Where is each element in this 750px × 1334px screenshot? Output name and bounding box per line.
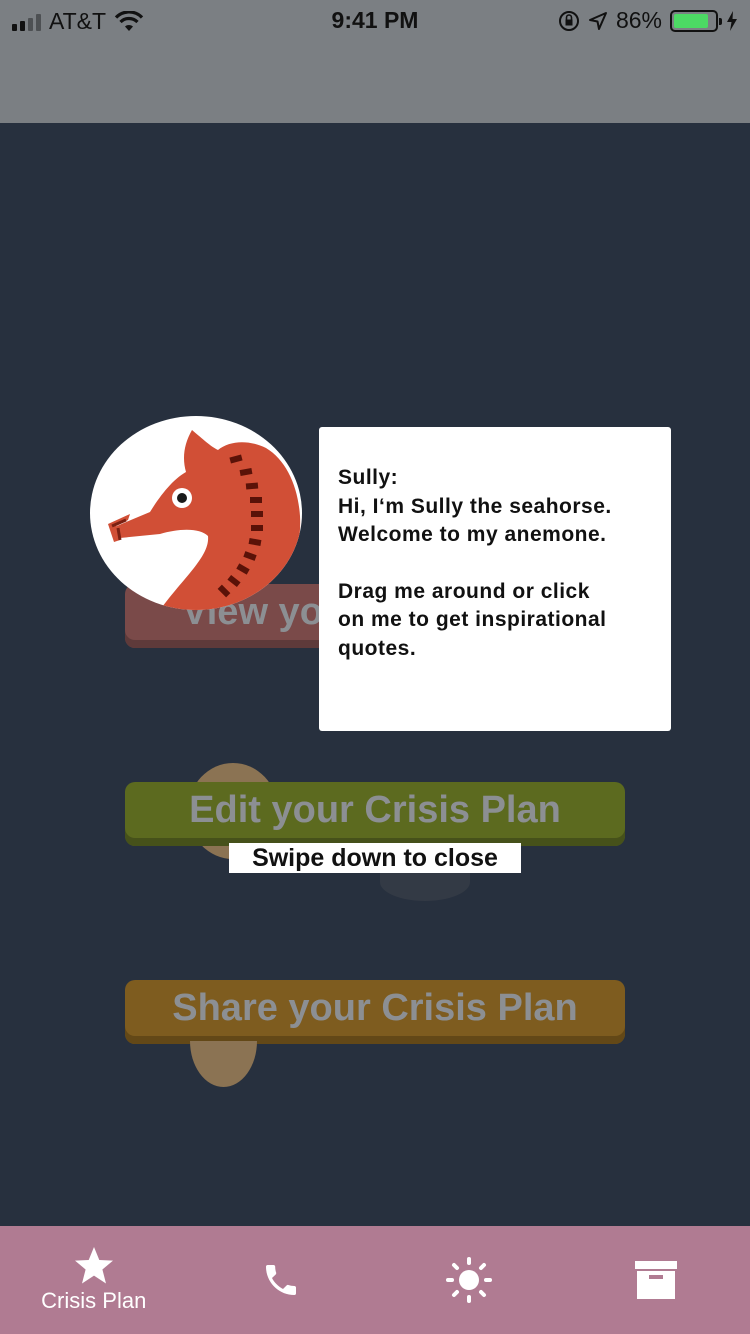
tab-label: Crisis Plan xyxy=(41,1288,147,1313)
top-bar: AT&T 9:41 PM 86% xyxy=(0,0,750,123)
star-icon xyxy=(74,1247,113,1284)
tab-bar: Crisis Plan xyxy=(0,1226,750,1334)
orientation-lock-icon xyxy=(558,10,579,31)
sun-icon xyxy=(445,1257,492,1303)
share-crisis-plan-button[interactable]: Share your Crisis Plan xyxy=(125,980,625,1044)
swipe-hint: Swipe down to close xyxy=(229,843,521,873)
seahorse-icon xyxy=(108,430,301,610)
speech-line: Sully: xyxy=(338,466,399,489)
battery-icon xyxy=(670,9,722,32)
edit-crisis-plan-button[interactable]: Edit your Crisis Plan xyxy=(125,782,625,846)
phone-icon xyxy=(266,1265,297,1295)
decor-circle xyxy=(190,1041,257,1087)
location-icon xyxy=(588,11,607,30)
sully-speech-box: Sully: Hi, I‘m Sully the seahorse. Welco… xyxy=(319,427,671,731)
speech-line: on me to get inspirational xyxy=(338,608,607,631)
speech-line: Welcome to my anemone. xyxy=(338,523,607,546)
sully-seahorse-avatar[interactable] xyxy=(90,416,302,610)
speech-line: Hi, I‘m Sully the seahorse. xyxy=(338,494,612,518)
speech-line: quotes. xyxy=(338,636,417,660)
charging-bolt-icon xyxy=(727,10,737,31)
battery-percent: 86% xyxy=(615,7,662,33)
tab-crisis-plan[interactable]: Crisis Plan xyxy=(0,1226,188,1334)
tab-archive[interactable] xyxy=(563,1226,750,1334)
tab-phone[interactable] xyxy=(188,1226,376,1334)
status-bar: AT&T 9:41 PM 86% xyxy=(0,0,750,40)
speech-line: Drag me around or click xyxy=(338,579,590,603)
tab-sun[interactable] xyxy=(375,1226,563,1334)
archive-icon xyxy=(635,1261,678,1299)
